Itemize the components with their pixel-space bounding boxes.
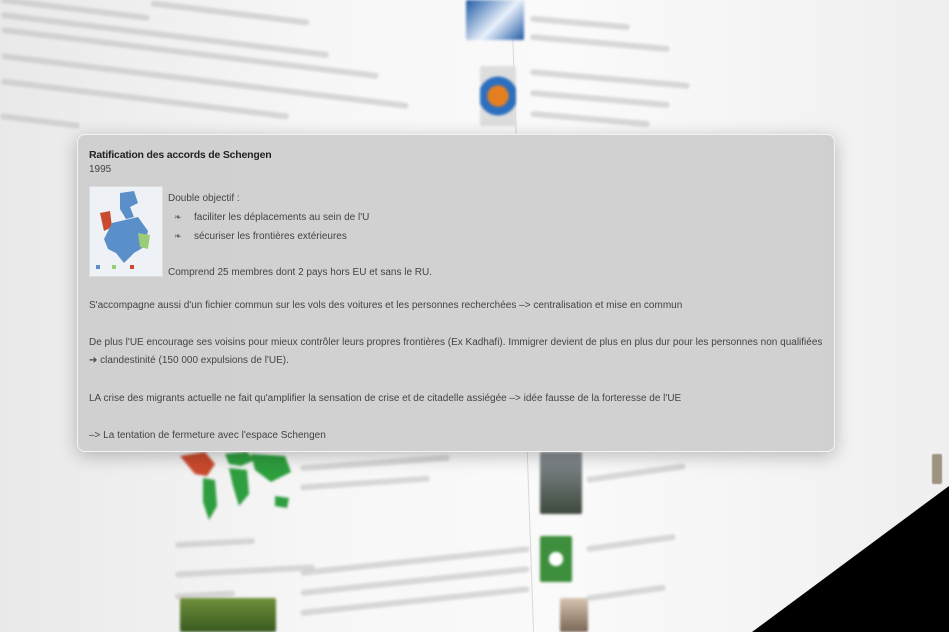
objective-bullet: ❧ faciliter les déplacements au sein de l…	[168, 208, 432, 227]
thumbnail-image	[540, 452, 582, 514]
europe-map-icon	[90, 187, 162, 276]
bg-text-line	[174, 537, 256, 549]
objectives-block: Double objectif : ❧ faciliter les déplace…	[168, 189, 432, 282]
schengen-map-image[interactable]	[89, 186, 163, 277]
bg-text-line	[150, 0, 310, 26]
bullet-text: faciliter les déplacements au sein de l'…	[194, 212, 370, 223]
bg-text-line	[530, 89, 670, 109]
event-detail-card[interactable]: Ratification des accords de Schengen 199…	[77, 134, 835, 452]
bullet-icon: ❧	[174, 231, 182, 241]
paragraph-neighbour-control: De plus l'UE encourage ses voisins pour …	[89, 337, 823, 366]
event-year: 1995	[89, 164, 112, 175]
bg-text-line	[586, 463, 686, 483]
bg-text-line	[299, 454, 451, 472]
event-title: Ratification des accords de Schengen	[89, 149, 272, 161]
bg-text-line	[586, 533, 676, 553]
bg-text-line	[1, 53, 409, 109]
bg-text-line	[0, 113, 81, 129]
world-map-thumbnail	[180, 452, 291, 520]
bullet-text: sécuriser les frontières extérieures	[194, 231, 347, 242]
thumbnail-image	[466, 0, 524, 40]
bg-text-line	[174, 564, 316, 578]
bg-text-line	[530, 69, 690, 89]
bg-text-line	[299, 475, 431, 491]
thumbnail-image	[560, 598, 588, 632]
thumbnail-image	[180, 598, 276, 632]
thumbnail-image	[540, 536, 572, 582]
bg-text-line	[529, 15, 631, 31]
paragraph-data-sharing: S'accompagne aussi d'un fichier commun s…	[89, 300, 683, 311]
bg-text-line	[585, 584, 667, 602]
objective-heading: Double objectif :	[168, 193, 240, 204]
pie-chart-thumbnail	[480, 66, 516, 126]
bg-text-line	[529, 110, 651, 128]
paragraph-migrant-crisis: LA crise des migrants actuelle ne fait q…	[89, 393, 682, 404]
bg-text-line	[530, 33, 670, 53]
corner-thumbnail-icon	[932, 454, 942, 484]
objective-bullet: ❧ sécuriser les frontières extérieures	[168, 227, 432, 246]
paragraph-schengen-closure: –> La tentation de fermeture avec l'espa…	[89, 430, 326, 441]
members-text: Comprend 25 membres dont 2 pays hors EU …	[168, 267, 433, 278]
bullet-icon: ❧	[174, 212, 182, 222]
